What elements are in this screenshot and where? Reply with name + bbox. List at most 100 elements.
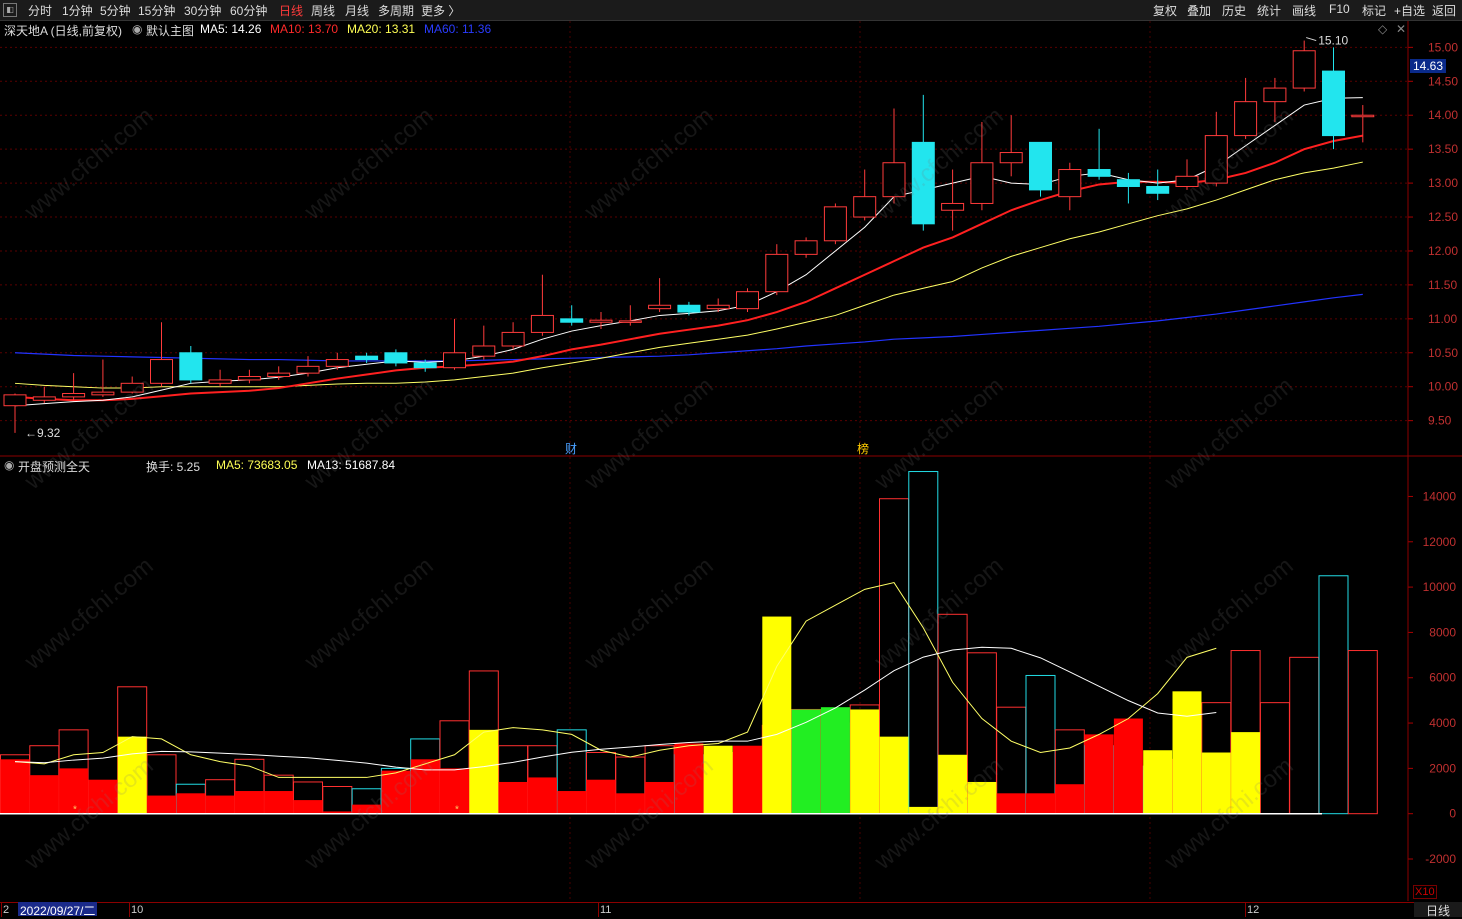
candle-body[interactable] xyxy=(853,196,877,218)
volume-fill-bar[interactable] xyxy=(791,709,821,814)
tool-button-8[interactable]: 返回 xyxy=(1432,2,1456,19)
volume-fill-bar[interactable] xyxy=(557,791,587,814)
candle-body[interactable] xyxy=(179,352,203,381)
candle-body[interactable] xyxy=(530,314,554,333)
volume-fill-bar[interactable] xyxy=(117,736,147,814)
volume-fill-bar[interactable] xyxy=(908,806,938,814)
volume-fill-bar[interactable] xyxy=(967,781,997,814)
volume-fill-bar[interactable] xyxy=(1143,750,1173,814)
volume-fill-bar[interactable] xyxy=(293,800,323,814)
tool-button-5[interactable]: F10 xyxy=(1329,2,1350,16)
candle-body[interactable] xyxy=(1087,169,1111,177)
volume-fill-bar[interactable] xyxy=(850,709,880,814)
candle-body[interactable] xyxy=(296,365,320,374)
volume-fill-bar[interactable] xyxy=(996,793,1026,814)
volume-fill-bar[interactable] xyxy=(205,795,235,814)
candle-body[interactable] xyxy=(1146,185,1170,194)
candle-body[interactable] xyxy=(618,320,642,323)
candle-body[interactable] xyxy=(1292,50,1316,89)
candle-body[interactable] xyxy=(648,304,672,310)
tool-button-7[interactable]: +自选 xyxy=(1394,2,1425,19)
volume-fill-bar[interactable] xyxy=(879,736,909,814)
tool-button-6[interactable]: 标记 xyxy=(1362,2,1386,19)
volume-fill-bar[interactable] xyxy=(1172,691,1202,814)
period-tab-4[interactable]: 30分钟 xyxy=(184,2,221,19)
candle-body[interactable] xyxy=(736,291,759,310)
candle-body[interactable] xyxy=(1175,175,1199,187)
candle-body[interactable] xyxy=(120,382,144,393)
volume-fill-bar[interactable] xyxy=(381,770,411,814)
candle-body[interactable] xyxy=(1322,70,1345,137)
candle-body[interactable] xyxy=(706,304,730,310)
period-tab-0[interactable]: 分时 xyxy=(28,2,52,19)
candle-body[interactable] xyxy=(208,379,232,384)
volume-fill-bar[interactable] xyxy=(1201,752,1231,814)
volume-fill-bar[interactable] xyxy=(645,781,675,814)
app-menu-icon[interactable]: ◧ xyxy=(3,3,17,17)
tool-button-2[interactable]: 历史 xyxy=(1222,2,1246,19)
period-tab-6[interactable]: 日线 xyxy=(279,2,303,19)
candle-body[interactable] xyxy=(325,359,349,367)
volume-fill-bar[interactable] xyxy=(1055,784,1085,814)
candle-body[interactable] xyxy=(91,391,115,396)
volume-fill-bar[interactable] xyxy=(498,781,528,814)
candle-body[interactable] xyxy=(1263,87,1287,103)
candle-body[interactable] xyxy=(999,152,1023,164)
candle-body[interactable] xyxy=(1116,179,1140,187)
candle-body[interactable] xyxy=(267,372,291,378)
event-marker-finance[interactable]: 财 xyxy=(565,442,577,456)
candle-body[interactable] xyxy=(941,202,965,211)
volume-fill-bar[interactable] xyxy=(938,754,968,814)
candle-body[interactable] xyxy=(384,352,408,364)
volume-fill-bar[interactable] xyxy=(615,793,645,814)
volume-fill-bar[interactable] xyxy=(352,804,382,814)
tool-button-4[interactable]: 画线 xyxy=(1292,2,1316,19)
candle-body[interactable] xyxy=(472,345,496,357)
volume-fill-bar[interactable] xyxy=(1084,734,1114,814)
candle-body[interactable] xyxy=(32,396,56,401)
volume-fill-bar[interactable] xyxy=(820,707,850,814)
volume-fill-bar[interactable] xyxy=(469,729,499,814)
volume-fill-bar[interactable] xyxy=(0,759,30,814)
volume-fill-bar[interactable] xyxy=(1231,732,1261,814)
candle-body[interactable] xyxy=(237,376,261,381)
candle-body[interactable] xyxy=(882,162,906,198)
tool-button-0[interactable]: 复权 xyxy=(1153,2,1177,19)
period-tab-9[interactable]: 多周期 xyxy=(378,2,414,19)
period-tab-10[interactable]: 更多 〉 xyxy=(421,2,460,19)
period-tab-3[interactable]: 15分钟 xyxy=(138,2,175,19)
period-tab-2[interactable]: 5分钟 xyxy=(100,2,131,19)
volume-fill-bar[interactable] xyxy=(264,791,294,814)
candle-body[interactable] xyxy=(589,319,613,323)
candle-body[interactable] xyxy=(501,331,525,347)
volume-fill-bar[interactable] xyxy=(1113,718,1143,814)
candle-body[interactable] xyxy=(355,355,379,361)
tool-button-3[interactable]: 统计 xyxy=(1257,2,1281,19)
volume-fill-bar[interactable] xyxy=(176,793,206,814)
period-indicator[interactable]: 日线 xyxy=(1414,902,1462,918)
candle-body[interactable] xyxy=(1351,114,1375,118)
volume-fill-bar[interactable] xyxy=(29,775,59,814)
candle-body[interactable] xyxy=(413,362,437,369)
candle-body[interactable] xyxy=(911,141,935,225)
candle-body[interactable] xyxy=(765,253,789,293)
volume-fill-bar[interactable] xyxy=(762,616,792,814)
candle-body[interactable] xyxy=(1058,169,1082,198)
candlestick-chart[interactable]: 9.50 10.00 10.50 11.00 11.50 12.00 12.50 13.00 1… xyxy=(0,21,1462,457)
volume-fill-bar[interactable] xyxy=(703,745,733,814)
candle-body[interactable] xyxy=(1029,141,1052,191)
tool-button-1[interactable]: 叠加 xyxy=(1187,2,1211,19)
period-tab-8[interactable]: 月线 xyxy=(345,2,369,19)
candle-body[interactable] xyxy=(794,240,818,255)
volume-fill-bar[interactable] xyxy=(733,745,762,814)
indicator-chart[interactable]: -2000 0 2000 4000 6000 8000 10000 12000 14000 * * xyxy=(0,457,1462,901)
candle-body[interactable] xyxy=(3,394,27,407)
volume-fill-bar[interactable] xyxy=(147,795,176,814)
volume-fill-bar[interactable] xyxy=(1026,793,1055,814)
candle-body[interactable] xyxy=(1234,101,1258,137)
candle-body[interactable] xyxy=(970,162,994,204)
volume-fill-bar[interactable] xyxy=(674,743,704,814)
candle-body[interactable] xyxy=(150,359,173,384)
period-tab-5[interactable]: 60分钟 xyxy=(230,2,267,19)
volume-fill-bar[interactable] xyxy=(234,791,264,814)
